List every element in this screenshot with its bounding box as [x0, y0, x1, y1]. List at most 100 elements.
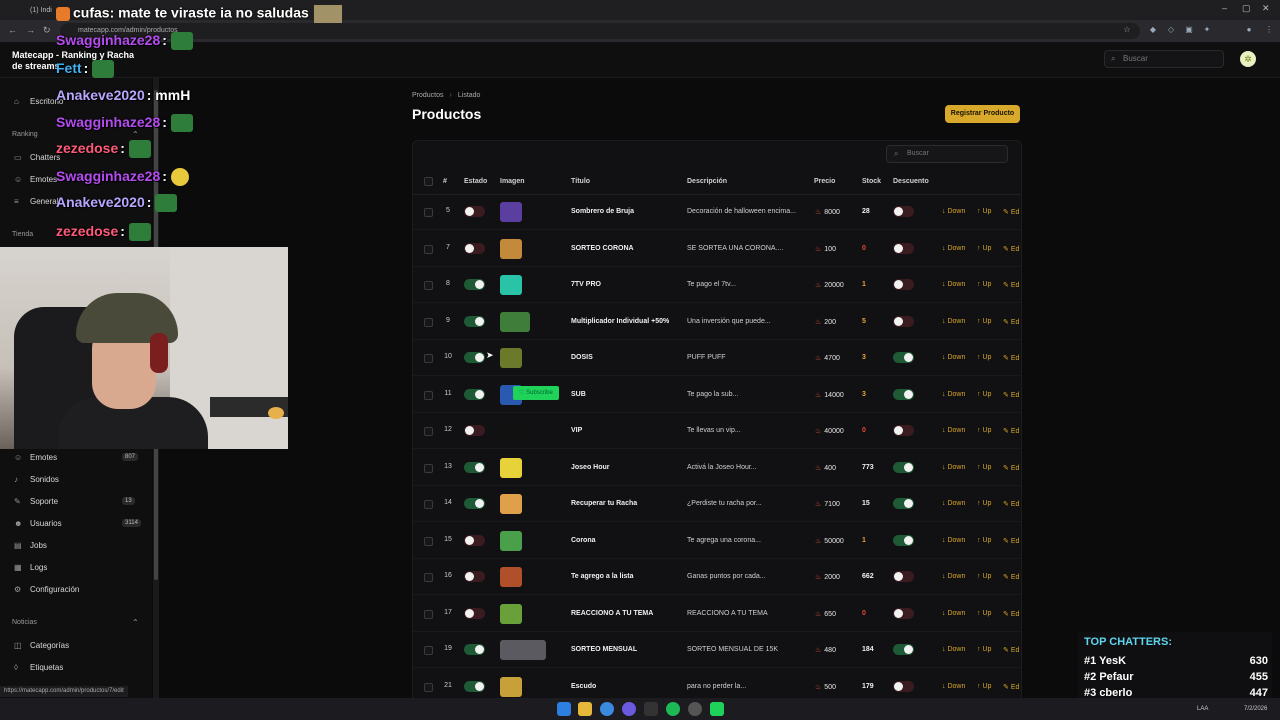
- column-header-estado[interactable]: Estado: [464, 178, 487, 185]
- down-button[interactable]: ↓ Down: [942, 354, 965, 361]
- row-checkbox[interactable]: [424, 500, 433, 509]
- down-button[interactable]: ↓ Down: [942, 573, 965, 580]
- up-button[interactable]: ↑ Up: [977, 318, 991, 325]
- edit-button[interactable]: ✎ Ed: [1003, 573, 1019, 581]
- sidebar-item-soporte[interactable]: ✎ Soporte: [14, 497, 58, 506]
- row-checkbox[interactable]: [424, 281, 433, 290]
- address-bar[interactable]: matecapp.com/admin/productos: [60, 23, 1140, 39]
- chevron-up-icon[interactable]: ⌃: [132, 618, 139, 627]
- descuento-toggle[interactable]: [893, 206, 914, 217]
- obs-icon[interactable]: [688, 702, 702, 716]
- sidebar-item-emotes[interactable]: ☺ Emotes: [14, 453, 57, 462]
- sidebar-item-chatters[interactable]: ▭ Chatters: [14, 153, 60, 162]
- estado-toggle[interactable]: [464, 644, 485, 655]
- edit-button[interactable]: ✎ Ed: [1003, 245, 1019, 253]
- up-button[interactable]: ↑ Up: [977, 391, 991, 398]
- down-button[interactable]: ↓ Down: [942, 683, 965, 690]
- sidebar-item-sonidos[interactable]: ♪ Sonidos: [14, 475, 59, 484]
- edit-button[interactable]: ✎ Ed: [1003, 464, 1019, 472]
- up-button[interactable]: ↑ Up: [977, 427, 991, 434]
- edit-button[interactable]: ✎ Ed: [1003, 537, 1019, 545]
- sidebar-item-logs[interactable]: ▦ Logs: [14, 563, 47, 572]
- descuento-toggle[interactable]: [893, 680, 914, 692]
- column-header-stock[interactable]: Stock: [862, 178, 881, 185]
- up-button[interactable]: ↑ Up: [977, 245, 991, 252]
- extension-icon[interactable]: ▣: [1184, 25, 1194, 35]
- down-button[interactable]: ↓ Down: [942, 281, 965, 288]
- estado-toggle[interactable]: [464, 498, 485, 509]
- extension-icon[interactable]: ◇: [1166, 25, 1176, 35]
- row-checkbox[interactable]: [424, 609, 433, 619]
- up-button[interactable]: ↑ Up: [977, 464, 991, 471]
- down-button[interactable]: ↓ Down: [942, 464, 965, 471]
- down-button[interactable]: ↓ Down: [942, 427, 965, 434]
- descuento-toggle[interactable]: [893, 571, 914, 582]
- descuento-toggle[interactable]: [893, 461, 914, 473]
- maximize-icon[interactable]: ▢: [1242, 3, 1251, 14]
- down-button[interactable]: ↓ Down: [942, 208, 965, 215]
- edit-button[interactable]: ✎ Ed: [1003, 354, 1019, 362]
- row-checkbox[interactable]: [424, 317, 433, 327]
- edit-button[interactable]: ✎ Ed: [1003, 391, 1019, 399]
- edit-button[interactable]: ✎ Ed: [1003, 683, 1019, 691]
- estado-toggle[interactable]: [464, 534, 485, 546]
- row-checkbox[interactable]: [424, 354, 433, 363]
- edit-button[interactable]: ✎ Ed: [1003, 427, 1019, 435]
- puzzle-icon[interactable]: ✦: [1202, 25, 1212, 35]
- up-button[interactable]: ↑ Up: [977, 537, 991, 544]
- spotify-icon[interactable]: [666, 702, 680, 716]
- table-search-input[interactable]: ⌕ Buscar: [886, 145, 1008, 163]
- up-button[interactable]: ↑ Up: [977, 281, 991, 288]
- back-icon[interactable]: ←: [8, 25, 17, 35]
- column-header-id[interactable]: #: [443, 178, 447, 185]
- breadcrumb-parent[interactable]: Productos: [412, 92, 444, 99]
- row-checkbox[interactable]: [424, 427, 433, 436]
- estado-toggle[interactable]: [464, 461, 485, 473]
- menu-dots-icon[interactable]: ⋮: [1264, 25, 1274, 35]
- column-header-precio[interactable]: Precio: [814, 178, 835, 185]
- up-button[interactable]: ↑ Up: [977, 573, 991, 580]
- down-button[interactable]: ↓ Down: [942, 500, 965, 507]
- up-button[interactable]: ↑ Up: [977, 646, 991, 653]
- keyboard-language[interactable]: LAA: [1197, 706, 1208, 712]
- streaming-app-icon[interactable]: [710, 702, 724, 716]
- close-icon[interactable]: ✕: [1262, 3, 1270, 14]
- down-button[interactable]: ↓ Down: [942, 646, 965, 653]
- column-header-descripcion[interactable]: Descripción: [687, 178, 727, 185]
- global-search-input[interactable]: ⌕ Buscar: [1104, 50, 1224, 68]
- minimize-icon[interactable]: –: [1222, 3, 1227, 13]
- up-button[interactable]: ↑ Up: [977, 683, 991, 690]
- row-checkbox[interactable]: [424, 536, 433, 546]
- discord-icon[interactable]: [622, 702, 636, 716]
- chrome-icon[interactable]: [600, 702, 614, 716]
- row-checkbox[interactable]: [424, 682, 433, 692]
- register-product-button[interactable]: Registrar Producto: [945, 105, 1020, 123]
- descuento-toggle[interactable]: [893, 644, 914, 655]
- row-checkbox[interactable]: [424, 463, 433, 473]
- edit-button[interactable]: ✎ Ed: [1003, 646, 1019, 654]
- estado-toggle[interactable]: [464, 352, 485, 363]
- row-checkbox[interactable]: [424, 390, 433, 400]
- row-checkbox[interactable]: [424, 244, 433, 254]
- profile-icon[interactable]: ●: [1244, 25, 1254, 35]
- descuento-toggle[interactable]: [893, 315, 914, 327]
- select-all-checkbox[interactable]: [424, 177, 433, 186]
- file-explorer-icon[interactable]: [578, 702, 592, 716]
- descuento-toggle[interactable]: [893, 388, 914, 400]
- descuento-toggle[interactable]: [893, 279, 914, 290]
- estado-toggle[interactable]: [464, 315, 485, 327]
- row-checkbox[interactable]: [424, 646, 433, 655]
- forward-icon[interactable]: →: [26, 25, 35, 35]
- down-button[interactable]: ↓ Down: [942, 610, 965, 617]
- down-button[interactable]: ↓ Down: [942, 318, 965, 325]
- reload-icon[interactable]: ↻: [43, 25, 51, 36]
- row-checkbox[interactable]: [424, 208, 433, 217]
- estado-toggle[interactable]: [464, 680, 485, 692]
- sidebar-item-etiquetas[interactable]: ◊ Etiquetas: [14, 663, 63, 672]
- down-button[interactable]: ↓ Down: [942, 245, 965, 252]
- estado-toggle[interactable]: [464, 206, 485, 217]
- sidebar-item-configuracion[interactable]: ⚙ Configuración: [14, 585, 79, 594]
- descuento-toggle[interactable]: [893, 242, 914, 254]
- up-button[interactable]: ↑ Up: [977, 610, 991, 617]
- descuento-toggle[interactable]: [893, 425, 914, 436]
